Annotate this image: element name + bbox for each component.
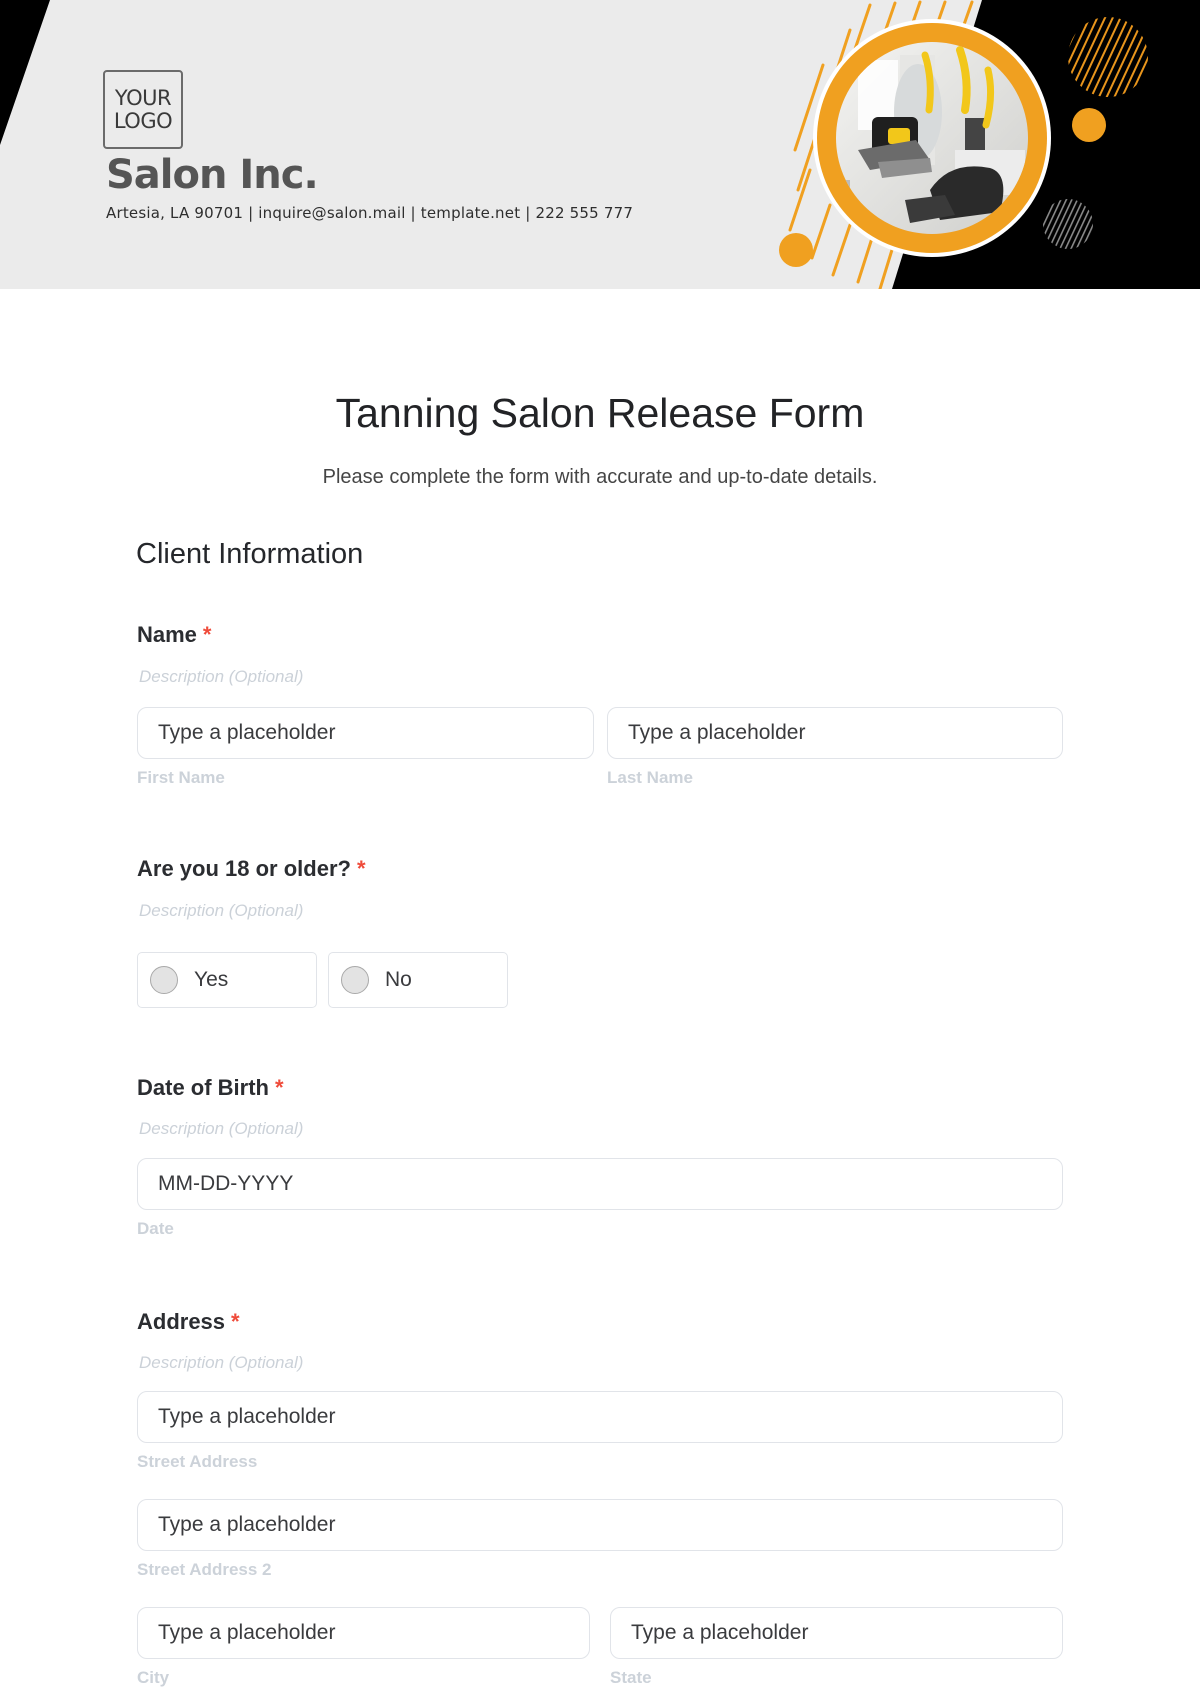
- city-sublabel: City: [137, 1668, 170, 1687]
- age-option-yes-label: Yes: [194, 968, 229, 991]
- last-name-sublabel: Last Name: [607, 768, 693, 787]
- street-address-2-placeholder: Type a placeholder: [158, 1513, 336, 1536]
- address-field-label: Address *: [137, 1309, 240, 1335]
- first-name-sublabel: First Name: [137, 768, 225, 787]
- name-description: Description (Optional): [139, 667, 304, 686]
- company-contact-line: Artesia, LA 90701 | inquire@salon.mail |…: [106, 204, 634, 222]
- logo-placeholder: YOUR LOGO: [103, 70, 183, 149]
- name-field-label: Name *: [137, 622, 211, 648]
- name-label-text: Name: [137, 622, 197, 647]
- age-option-no[interactable]: No: [328, 952, 508, 1008]
- date-of-birth-input[interactable]: MM-DD-YYYY: [137, 1158, 1063, 1210]
- age-option-yes[interactable]: Yes: [137, 952, 317, 1008]
- street-address-2-sublabel: Street Address 2: [137, 1560, 272, 1579]
- dob-field-label: Date of Birth *: [137, 1075, 284, 1101]
- city-input[interactable]: Type a placeholder: [137, 1607, 590, 1659]
- last-name-placeholder: Type a placeholder: [628, 721, 806, 744]
- black-corner-shape: [0, 0, 50, 145]
- state-sublabel: State: [610, 1668, 652, 1687]
- company-name: Salon Inc.: [106, 152, 319, 198]
- form-subtitle: Please complete the form with accurate a…: [322, 466, 878, 488]
- state-input[interactable]: Type a placeholder: [610, 1607, 1063, 1659]
- radio-button-icon[interactable]: [150, 966, 178, 994]
- orange-dot-left: [779, 233, 813, 267]
- age-option-no-label: No: [385, 968, 412, 991]
- required-asterisk: *: [202, 622, 212, 647]
- state-placeholder: Type a placeholder: [631, 1621, 809, 1644]
- header-banner: YOUR LOGO Salon Inc. Artesia, LA 90701 |…: [0, 0, 1200, 289]
- street-address-input[interactable]: Type a placeholder: [137, 1391, 1063, 1443]
- dob-description: Description (Optional): [139, 1119, 304, 1138]
- dob-label-text: Date of Birth: [137, 1075, 269, 1100]
- street-address-placeholder: Type a placeholder: [158, 1405, 336, 1428]
- logo-text-line1: YOUR: [114, 85, 172, 110]
- first-name-placeholder: Type a placeholder: [158, 721, 336, 744]
- section-title-client-information: Client Information: [136, 538, 364, 570]
- hatched-circle-orange: [1068, 17, 1148, 97]
- dob-placeholder: MM-DD-YYYY: [158, 1172, 294, 1195]
- address-description: Description (Optional): [139, 1353, 304, 1372]
- salon-photo: [836, 42, 1028, 234]
- required-asterisk: *: [275, 1075, 284, 1100]
- street-address-sublabel: Street Address: [137, 1452, 258, 1471]
- last-name-input[interactable]: Type a placeholder: [607, 707, 1063, 759]
- age-description: Description (Optional): [139, 901, 304, 920]
- street-address-2-input[interactable]: Type a placeholder: [137, 1499, 1063, 1551]
- age-field-label: Are you 18 or older? *: [137, 856, 366, 882]
- logo-text-line2: LOGO: [113, 108, 173, 133]
- dob-sublabel: Date: [137, 1219, 174, 1238]
- form-title: Tanning Salon Release Form: [335, 390, 865, 436]
- required-asterisk: *: [356, 856, 366, 881]
- address-label-text: Address: [137, 1309, 226, 1334]
- hatched-circle-gray: [1043, 199, 1093, 249]
- required-asterisk: *: [231, 1309, 240, 1334]
- radio-button-icon[interactable]: [341, 966, 369, 994]
- first-name-input[interactable]: Type a placeholder: [137, 707, 594, 759]
- orange-dot-right: [1072, 108, 1106, 142]
- city-placeholder: Type a placeholder: [158, 1621, 336, 1644]
- age-label-text: Are you 18 or older?: [137, 856, 351, 881]
